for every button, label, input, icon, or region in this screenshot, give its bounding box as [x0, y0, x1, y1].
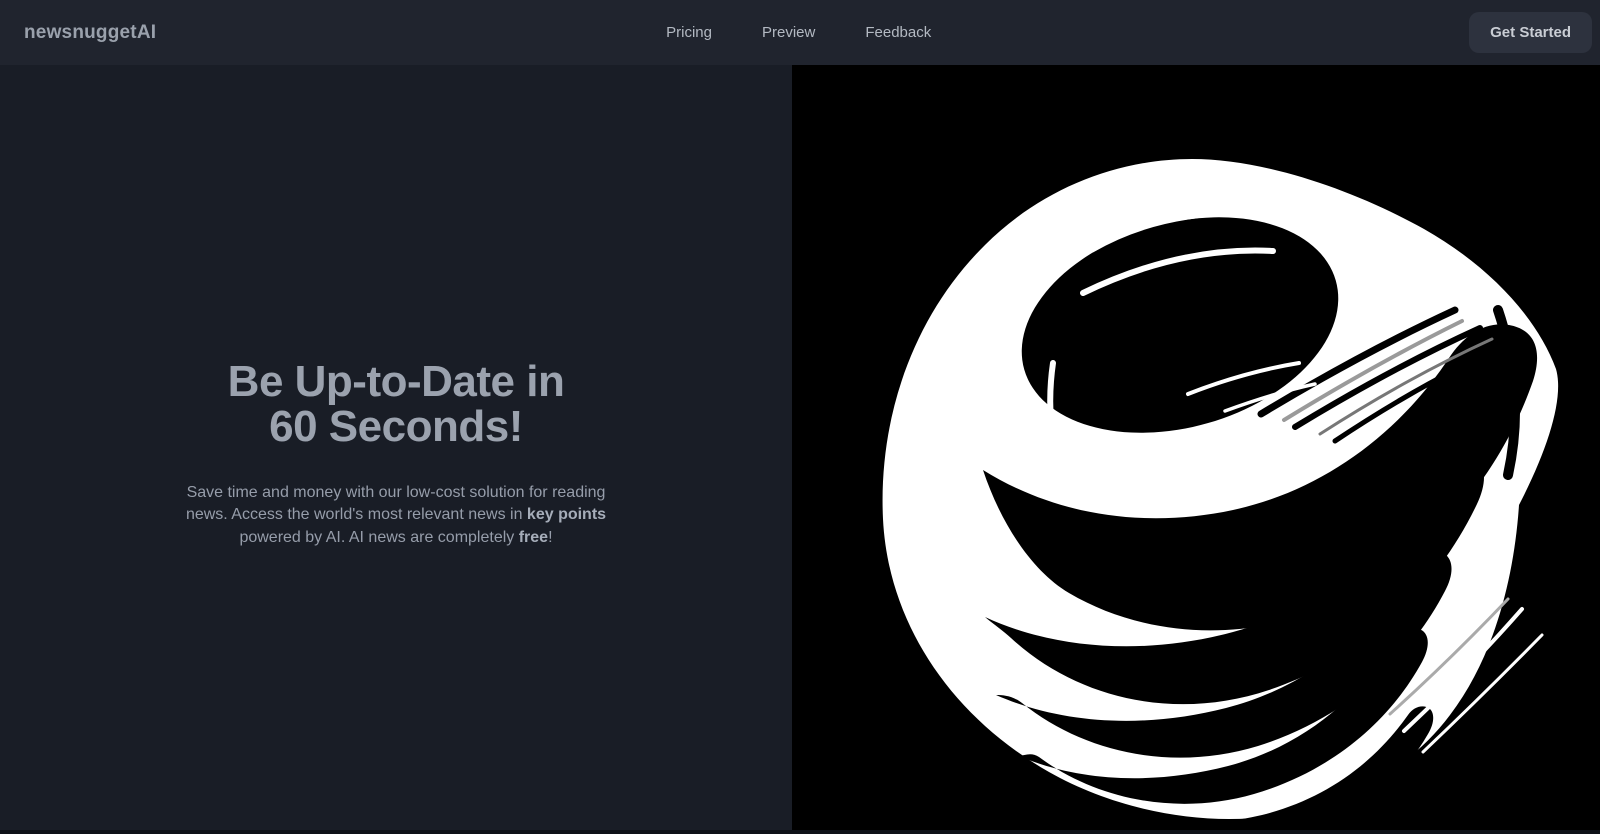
navbar: newsnuggetAI Pricing Preview Feedback Ge…: [0, 0, 1600, 65]
hero-title-line1: Be Up-to-Date in: [227, 357, 565, 407]
hero-section: Be Up-to-Date in 60 Seconds! Save time a…: [0, 65, 1600, 830]
paragraph-keypoints-bold: key points: [526, 506, 607, 524]
hero-text-panel: Be Up-to-Date in 60 Seconds! Save time a…: [0, 65, 792, 830]
nav-item-preview[interactable]: Preview: [762, 24, 815, 41]
hero-title-line2: 60 Seconds!: [269, 402, 523, 452]
nav-item-pricing[interactable]: Pricing: [666, 24, 712, 41]
paragraph-line3-end: !: [548, 529, 553, 547]
paragraph-line1: Save time and money with our low-cost so…: [186, 483, 606, 501]
nav-links: Pricing Preview Feedback: [666, 0, 931, 65]
paragraph-line2: news. Access the world's most relevant n…: [185, 506, 527, 524]
paragraph-line3: powered by AI. AI news are completely: [239, 529, 519, 547]
hero-paragraph: Save time and money with our low-cost so…: [186, 482, 606, 550]
hero-image-panel: [792, 65, 1600, 830]
get-started-button[interactable]: Get Started: [1469, 12, 1592, 53]
bottom-section-edge: [0, 830, 1600, 834]
swirl-sphere-illustration: [792, 65, 1600, 830]
brand-logo[interactable]: newsnuggetAI: [24, 22, 156, 44]
hero-title: Be Up-to-Date in 60 Seconds!: [228, 359, 565, 450]
nav-item-feedback[interactable]: Feedback: [865, 24, 931, 41]
paragraph-free-bold: free: [518, 529, 549, 547]
